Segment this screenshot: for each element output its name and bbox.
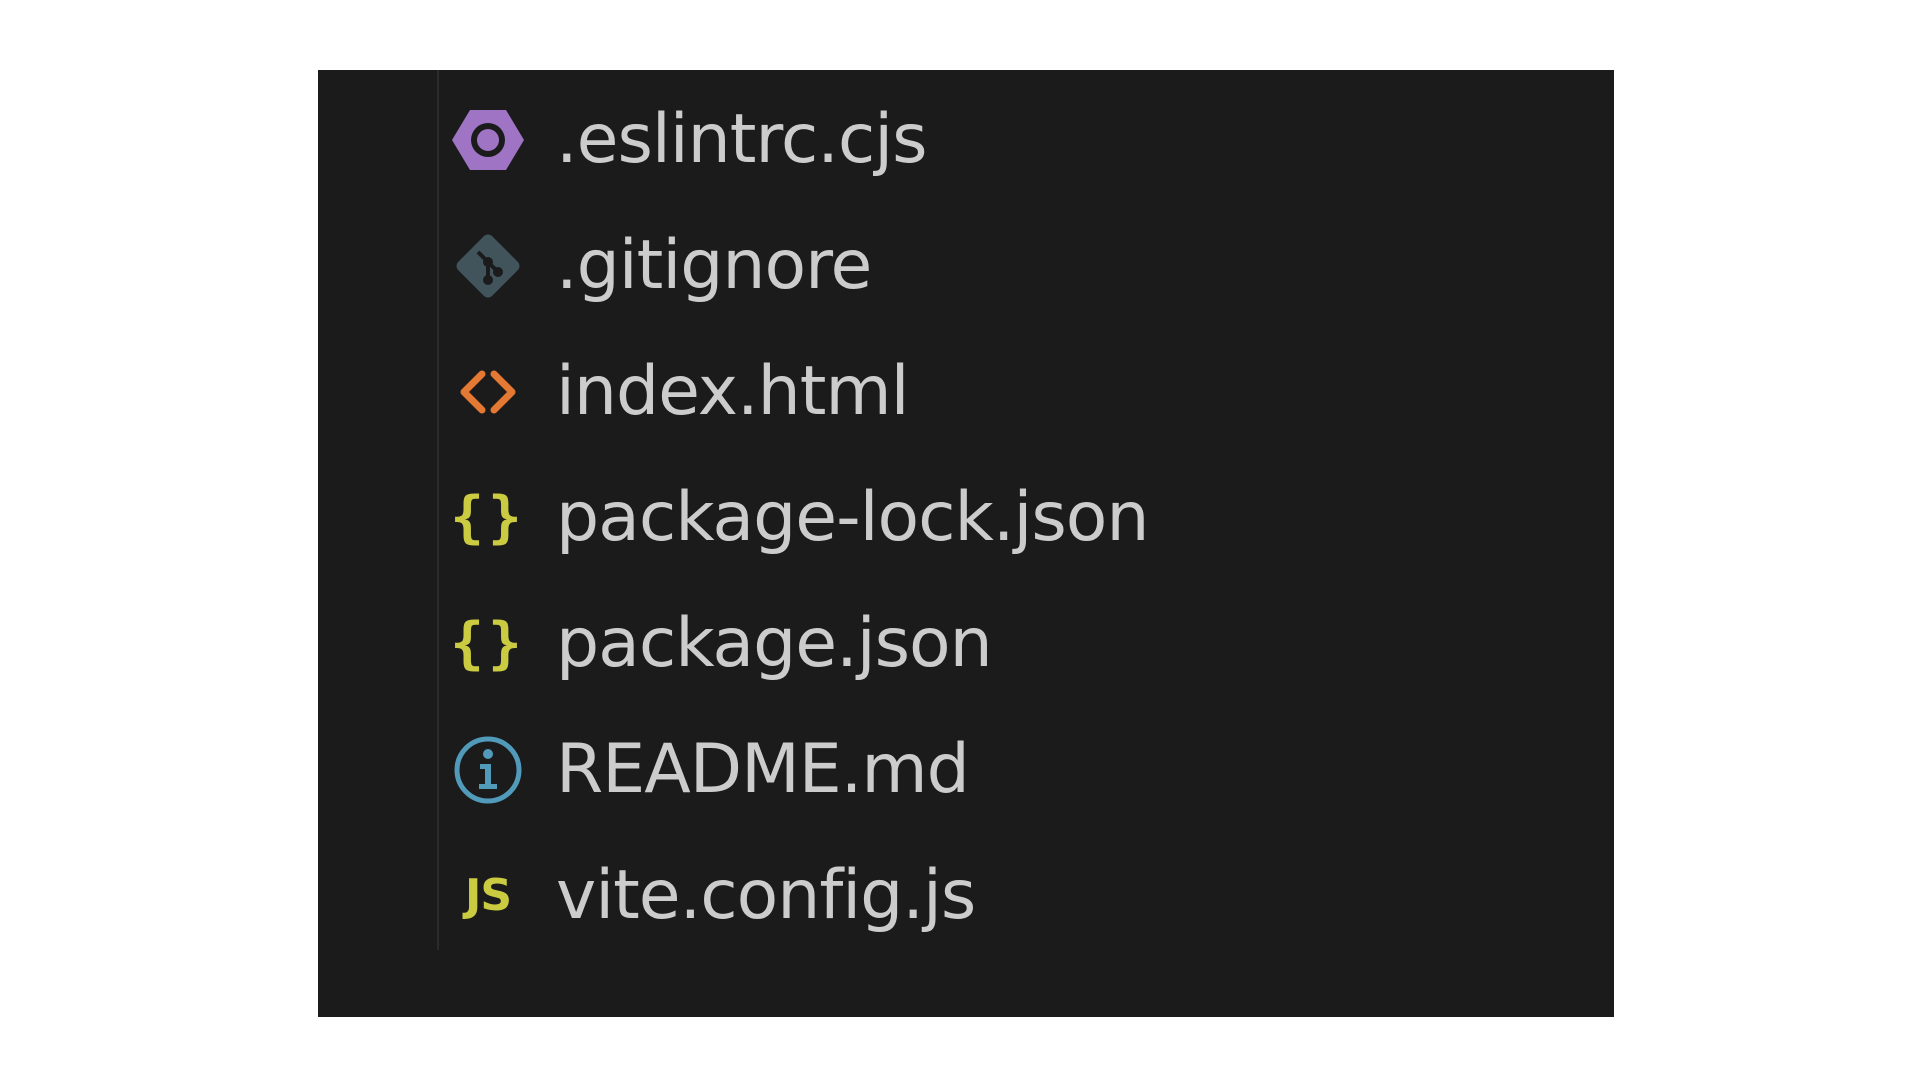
git-icon — [450, 228, 526, 304]
file-name: .eslintrc.cjs — [556, 100, 928, 179]
indent-guide — [437, 70, 439, 950]
file-name: README.md — [556, 730, 970, 809]
file-item-index-html[interactable]: index.html — [450, 329, 1570, 455]
eslint-icon — [450, 102, 526, 178]
file-name: .gitignore — [556, 226, 872, 305]
json-icon: {} — [450, 485, 526, 550]
file-item-vite-config[interactable]: JS vite.config.js — [450, 833, 1570, 959]
file-explorer-panel: .eslintrc.cjs .gitignore index.html {} p… — [318, 70, 1614, 1017]
file-item-package-lock-json[interactable]: {} package-lock.json — [450, 455, 1570, 581]
file-item-eslintrc[interactable]: .eslintrc.cjs — [450, 77, 1570, 203]
file-name: package-lock.json — [556, 478, 1150, 557]
info-icon — [450, 732, 526, 808]
html-icon — [450, 354, 526, 430]
file-item-readme[interactable]: README.md — [450, 707, 1570, 833]
file-name: vite.config.js — [556, 856, 976, 935]
file-name: package.json — [556, 604, 993, 683]
file-item-package-json[interactable]: {} package.json — [450, 581, 1570, 707]
javascript-icon: JS — [464, 870, 512, 921]
json-icon: {} — [450, 611, 526, 676]
file-item-gitignore[interactable]: .gitignore — [450, 203, 1570, 329]
file-name: index.html — [556, 352, 910, 431]
